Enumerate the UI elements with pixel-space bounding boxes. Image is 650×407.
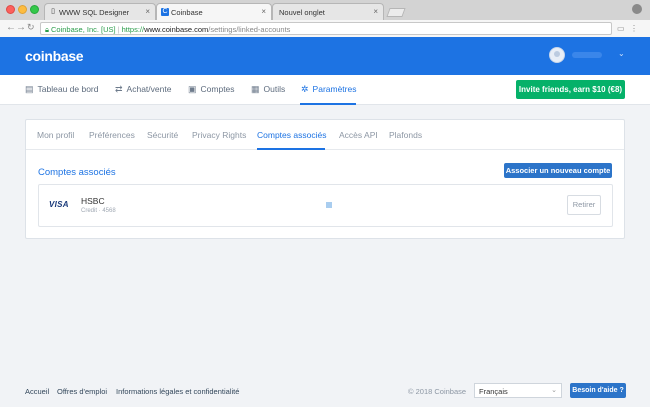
footer-link-legal[interactable]: Informations légales et confidentialité [116, 387, 239, 396]
add-linked-account-button[interactable]: Associer un nouveau compte [504, 163, 612, 178]
tab-limits[interactable]: Plafonds [389, 130, 422, 140]
active-tab-indicator [257, 148, 325, 150]
maximize-window-button[interactable] [30, 5, 39, 14]
browser-tab-new[interactable]: Nouvel onglet × [272, 3, 384, 20]
site-identity: Coinbase, Inc. [US] [51, 25, 116, 34]
settings-card: Mon profil Préférences Sécurité Privacy … [25, 119, 625, 239]
browser-toolbar: ← → ↻ 🔒︎ Coinbase, Inc. [US] | https://www.… [0, 20, 650, 37]
tab-linked-accounts[interactable]: Comptes associés [257, 130, 326, 140]
coinbase-favicon: C [161, 8, 169, 16]
tab-title: WWW SQL Designer [59, 8, 130, 17]
browser-tab-coinbase[interactable]: C Coinbase × [156, 3, 272, 20]
close-tab-icon[interactable]: × [373, 7, 378, 16]
forward-arrow-icon[interactable]: → [16, 22, 26, 33]
invite-friends-button[interactable]: Invite friends, earn $10 (€8) [516, 80, 625, 99]
nav-item-dashboard[interactable]: ▤ Tableau de bord [25, 84, 98, 95]
url-path: /settings/linked-accounts [208, 25, 291, 34]
gear-icon: ✲ [301, 84, 309, 94]
close-tab-icon[interactable]: × [145, 7, 150, 16]
nav-label: Achat/vente [126, 84, 172, 94]
back-arrow-icon[interactable]: ← [6, 22, 16, 33]
nav-label: Tableau de bord [37, 84, 99, 94]
url-scheme: https:// [121, 25, 145, 34]
nav-item-tools[interactable]: ▦ Outils [251, 84, 285, 95]
tab-title: Nouvel onglet [279, 8, 325, 17]
visa-logo: VISA [49, 200, 69, 209]
chevron-down-icon[interactable]: ⌄ [618, 49, 625, 58]
tab-security[interactable]: Sécurité [147, 130, 178, 140]
minimize-window-button[interactable] [18, 5, 27, 14]
footer-link-home[interactable]: Accueil [25, 387, 49, 396]
tab-strip: ▯ WWW SQL Designer × C Coinbase × Nouvel… [0, 0, 650, 20]
new-tab-button[interactable] [386, 8, 406, 17]
language-value: Français [479, 387, 508, 396]
nav-label: Paramètres [312, 84, 357, 94]
active-nav-indicator [300, 103, 356, 105]
lock-icon: 🔒︎ [45, 25, 49, 34]
remove-account-button[interactable]: Retirer [567, 195, 601, 215]
avatar[interactable] [549, 47, 565, 63]
browser-chrome: ▯ WWW SQL Designer × C Coinbase × Nouvel… [0, 0, 650, 37]
tab-api-access[interactable]: Accès API [339, 130, 378, 140]
nav-label: Comptes [200, 84, 235, 94]
loading-indicator [326, 202, 332, 208]
nav-item-settings[interactable]: ✲ Paramètres [301, 84, 356, 95]
footer-link-careers[interactable]: Offres d'emploi [57, 387, 107, 396]
site-header: coinbase ⌄ [0, 37, 650, 75]
account-name: HSBC [81, 196, 105, 206]
chevron-down-icon: ⌄ [551, 387, 557, 394]
nav-item-buy-sell[interactable]: ⇄ Achat/vente [115, 84, 171, 95]
help-button[interactable]: Besoin d'aide ? [570, 383, 626, 398]
close-tab-icon[interactable]: × [261, 7, 266, 16]
account-detail: Credit · 4568 [81, 208, 116, 214]
settings-tabs: Mon profil Préférences Sécurité Privacy … [26, 120, 624, 150]
linked-account-row: VISA HSBC Credit · 4568 Retirer [38, 184, 613, 227]
tab-privacy-rights[interactable]: Privacy Rights [192, 130, 246, 140]
coinbase-logo[interactable]: coinbase [25, 48, 84, 64]
copyright: © 2018 Coinbase [408, 387, 467, 396]
url-host: www.coinbase.com [144, 25, 209, 34]
address-separator: | [117, 25, 120, 34]
tab-preferences[interactable]: Préférences [89, 130, 135, 140]
tab-profile[interactable]: Mon profil [37, 130, 74, 140]
language-select[interactable]: Français ⌄ [474, 383, 562, 398]
dashboard-icon: ▤ [25, 84, 34, 94]
nav-label: Outils [263, 84, 286, 94]
site-footer: Accueil Offres d'emploi Informations lég… [0, 378, 650, 407]
tab-title: Coinbase [171, 8, 203, 17]
browser-tab-sql-designer[interactable]: ▯ WWW SQL Designer × [44, 3, 156, 20]
section-title: Comptes associés [38, 167, 116, 178]
address-bar[interactable]: 🔒︎ Coinbase, Inc. [US] | https://www.coinba… [40, 22, 612, 35]
nav-item-accounts[interactable]: ▣ Comptes [188, 84, 235, 95]
extension-icon[interactable]: ▭ [617, 24, 625, 33]
blurred-username[interactable] [572, 52, 602, 58]
menu-dots-icon[interactable]: ⋮ [630, 24, 638, 33]
close-window-button[interactable] [6, 5, 15, 14]
page-icon: ▯ [51, 8, 55, 15]
browser-profile-icon[interactable] [632, 4, 642, 14]
reload-icon[interactable]: ↻ [27, 22, 35, 33]
briefcase-icon: ▦ [251, 84, 260, 94]
swap-icon: ⇄ [115, 84, 123, 94]
wallet-icon: ▣ [188, 84, 197, 94]
